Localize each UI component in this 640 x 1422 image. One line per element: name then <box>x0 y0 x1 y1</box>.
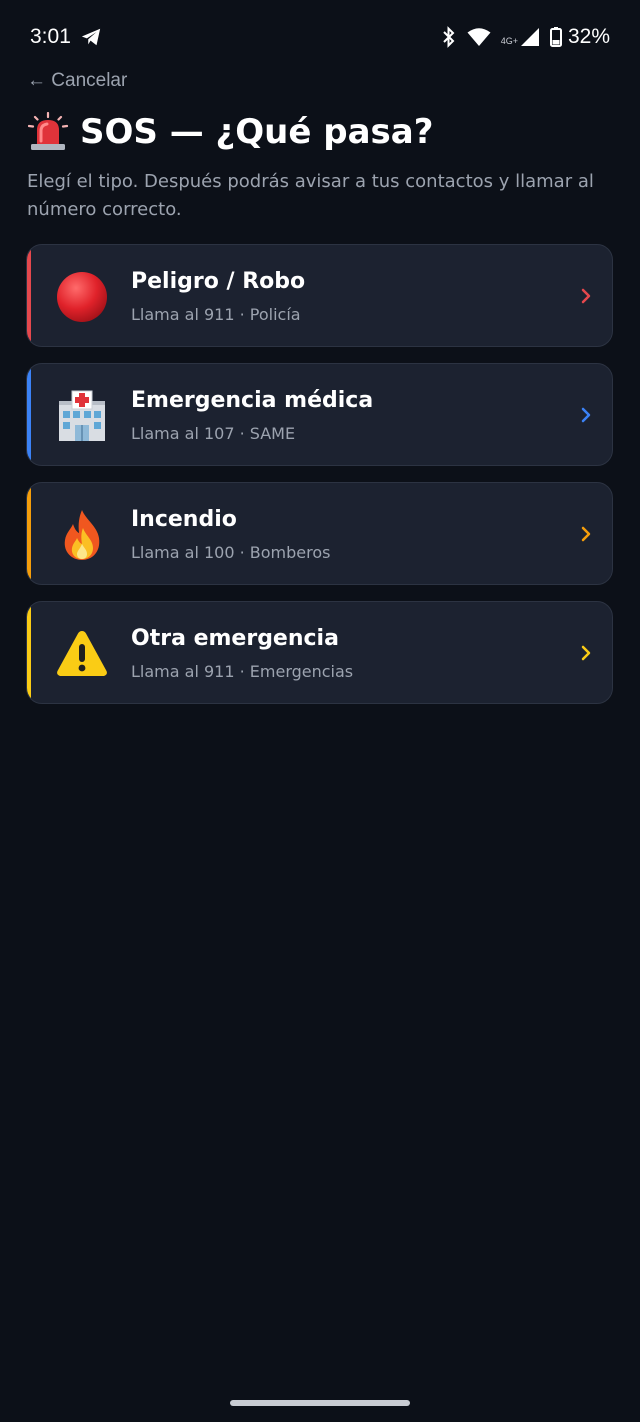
chevron-right-icon <box>581 526 591 542</box>
signal-icon <box>520 28 539 46</box>
fire-icon <box>64 510 100 560</box>
page-subtitle: Elegí el tipo. Después podrás avisar a t… <box>27 171 594 220</box>
card-accent-bar <box>27 364 31 465</box>
option-title: Otra emergencia <box>131 626 339 651</box>
sos-screen: 3:01 4G+ 32% ← Cancelar SOS — ¿Qué pasa?… <box>0 0 640 1422</box>
network-type-badge: 4G+ <box>500 36 518 46</box>
emergency-type-list: Peligro / Robo Llama al 911 · Policía Em… <box>26 244 613 720</box>
page-title-text: SOS — ¿Qué pasa? <box>80 112 434 152</box>
chevron-right-icon <box>581 407 591 423</box>
cancel-label: ← Cancelar <box>27 70 128 91</box>
option-title: Incendio <box>131 507 237 532</box>
option-title: Peligro / Robo <box>131 269 306 294</box>
option-subtitle: Llama al 911 · Emergencias <box>131 662 354 681</box>
hospital-icon <box>59 390 105 441</box>
cancel-button[interactable]: ← Cancelar <box>27 70 127 92</box>
chevron-right-icon <box>581 645 591 661</box>
status-icons: 4G+ 32% <box>441 24 610 50</box>
status-time: 3:01 <box>30 25 71 48</box>
status-bar: 3:01 4G+ 32% <box>0 0 640 74</box>
wifi-icon <box>467 28 491 46</box>
siren-icon <box>28 112 68 150</box>
option-subtitle: Llama al 107 · SAME <box>131 424 296 443</box>
battery-icon <box>549 27 562 47</box>
home-indicator[interactable] <box>230 1400 410 1406</box>
option-subtitle: Llama al 100 · Bomberos <box>131 543 331 562</box>
option-peligro-robo[interactable]: Peligro / Robo Llama al 911 · Policía <box>26 244 613 347</box>
card-accent-bar <box>27 245 31 346</box>
bluetooth-icon <box>442 26 455 48</box>
chevron-right-icon <box>581 288 591 304</box>
option-subtitle: Llama al 911 · Policía <box>131 305 301 324</box>
red-circle-icon <box>57 272 107 322</box>
option-title: Emergencia médica <box>131 388 374 413</box>
page-title: SOS — ¿Qué pasa? <box>28 112 433 152</box>
warning-icon <box>57 631 107 676</box>
option-incendio[interactable]: Incendio Llama al 100 · Bomberos <box>26 482 613 585</box>
telegram-icon <box>81 28 101 46</box>
option-otra-emergencia[interactable]: Otra emergencia Llama al 911 · Emergenci… <box>26 601 613 704</box>
option-emergencia-medica[interactable]: Emergencia médica Llama al 107 · SAME <box>26 363 613 466</box>
card-accent-bar <box>27 483 31 584</box>
card-accent-bar <box>27 602 31 703</box>
battery-percent: 32% <box>567 25 610 48</box>
